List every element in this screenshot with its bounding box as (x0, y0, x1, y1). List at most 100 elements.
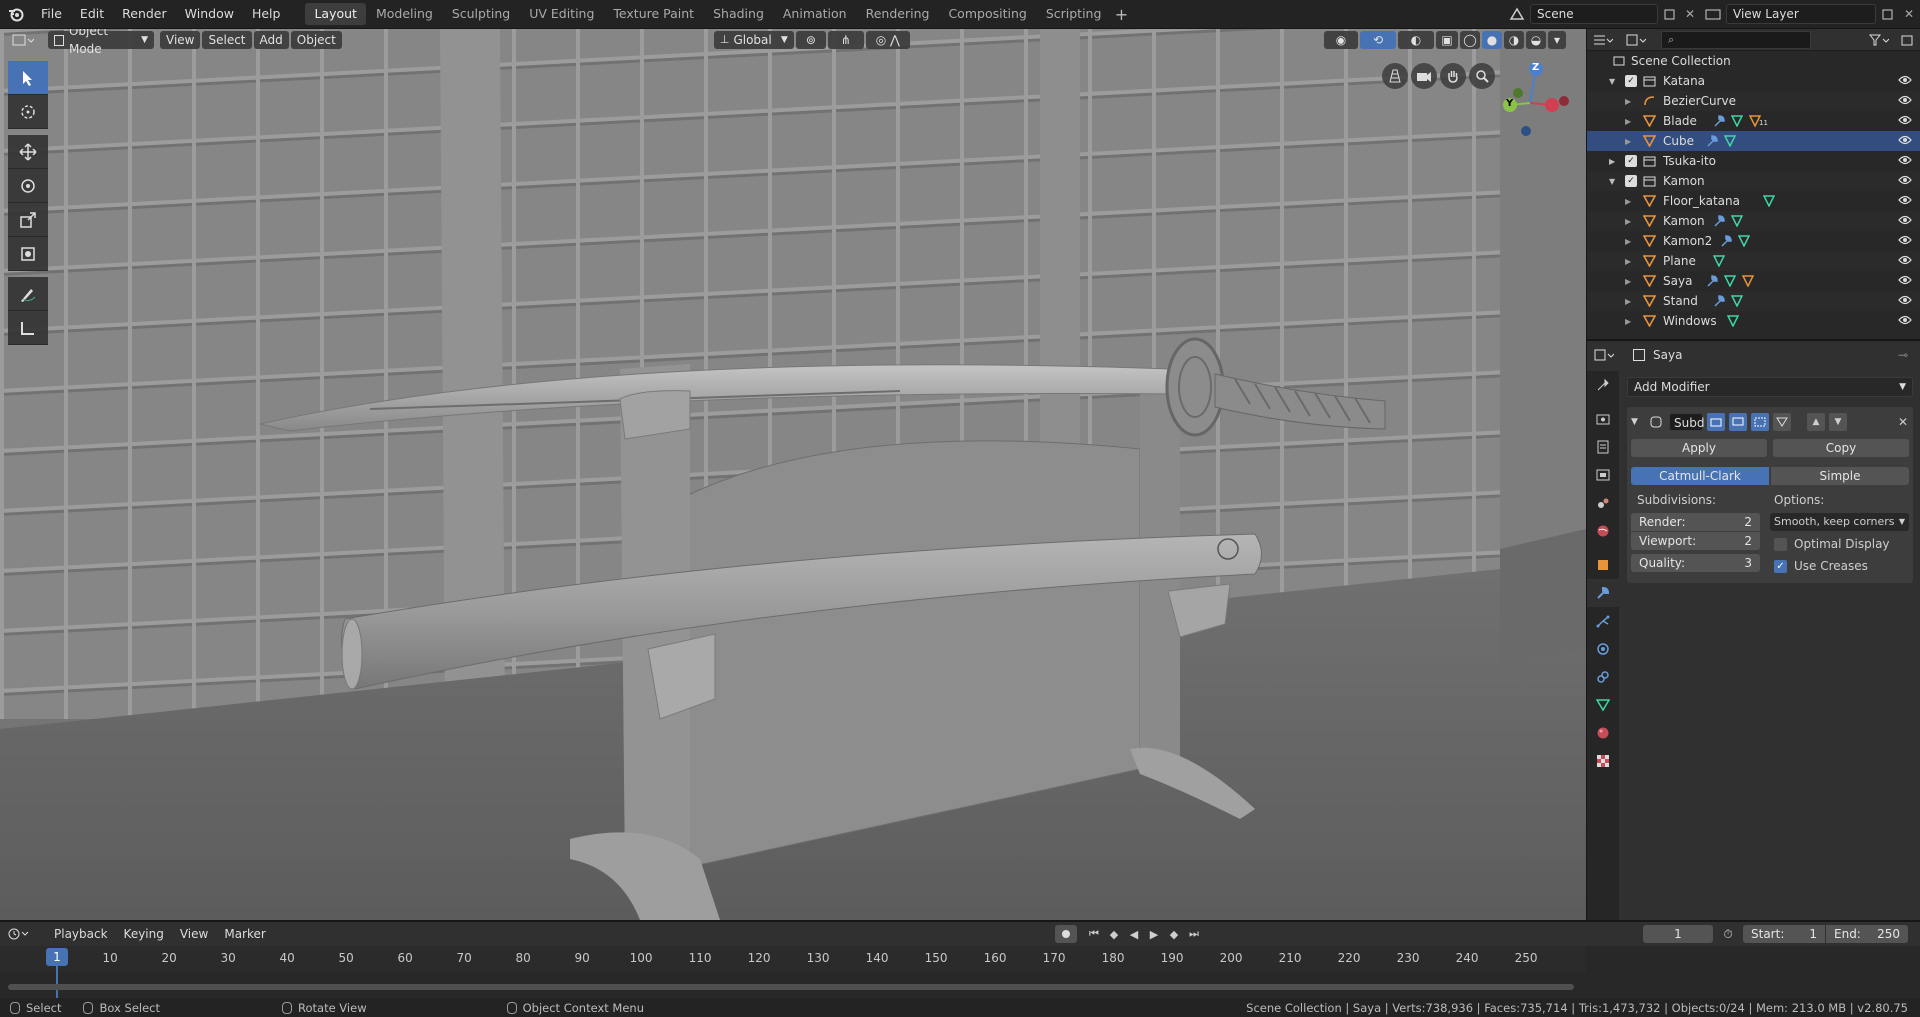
quality-field[interactable]: Quality: 3 (1631, 554, 1760, 572)
expand-arrow-right-icon[interactable]: ▶ (1625, 197, 1631, 206)
cursor-icon[interactable] (8, 95, 48, 129)
current-frame-field[interactable]: 1 (1643, 925, 1713, 943)
outliner-row-cube[interactable]: ▶ Cube (1587, 131, 1920, 151)
tab-animation[interactable]: Animation (774, 3, 856, 25)
add-modifier-dropdown[interactable]: Add Modifier ▼ (1627, 377, 1913, 397)
uv-smooth-dropdown[interactable]: Smooth, keep corners ▼ (1770, 513, 1909, 531)
mode-selector[interactable]: Object Mode ▼ (48, 29, 154, 56)
tab-scripting[interactable]: Scripting (1037, 3, 1111, 25)
outliner-row-floor_katana[interactable]: ▶ Floor_katana (1587, 191, 1920, 211)
xray-icon[interactable]: ▣ (1436, 31, 1458, 49)
transform-icon[interactable] (8, 237, 48, 271)
timeline-scrollbar[interactable] (8, 984, 1574, 990)
preview-range-icon[interactable]: ⏱ (1713, 927, 1743, 942)
camera-view-icon[interactable] (1411, 63, 1437, 89)
visibility-eye-icon[interactable] (1898, 134, 1912, 146)
simple-button[interactable]: Simple (1771, 467, 1909, 485)
data-tab-icon[interactable] (1587, 691, 1619, 719)
expand-arrow-down-icon[interactable]: ▼ (1609, 77, 1615, 86)
outliner-search-input[interactable]: ⌕ (1661, 30, 1811, 49)
constraints-tab-icon[interactable] (1587, 663, 1619, 691)
record-icon[interactable] (1055, 925, 1077, 943)
mesh-icon[interactable] (1713, 255, 1725, 267)
visibility-eye-icon[interactable] (1898, 314, 1912, 326)
mesh-icon[interactable] (1731, 115, 1743, 127)
expand-arrow-right-icon[interactable]: ▶ (1625, 217, 1631, 226)
expand-arrow-right-icon[interactable]: ▶ (1625, 277, 1631, 286)
scene-collection-row[interactable]: Scene Collection (1587, 51, 1920, 71)
menu-file[interactable]: File (32, 3, 71, 25)
new-scene-icon[interactable] (1658, 8, 1680, 21)
timeline-menu-marker[interactable]: Marker (216, 923, 273, 945)
pin-icon[interactable]: ⊸ (1898, 348, 1920, 362)
mesh-icon[interactable] (1731, 295, 1743, 307)
overlay-toggle-icon[interactable]: ◐ (1398, 31, 1434, 49)
modifier-icon[interactable] (1713, 115, 1725, 127)
start-frame-field[interactable]: Start: 1 (1743, 925, 1825, 943)
menu-help[interactable]: Help (243, 3, 290, 25)
shading-rendered-icon[interactable]: ◒ (1526, 31, 1546, 49)
scene-tab-icon[interactable] (1587, 489, 1619, 517)
expand-arrow-right-icon[interactable]: ▶ (1625, 117, 1631, 126)
scene-name-field[interactable]: Scene (1530, 4, 1658, 24)
outliner-row-blade[interactable]: ▶ Blade 11 (1587, 111, 1920, 131)
mesh-icon[interactable] (1738, 235, 1751, 247)
shading-options-icon[interactable]: ▾ (1548, 31, 1566, 49)
close-icon[interactable]: ✕ (1893, 415, 1913, 429)
outliner-row-beziercurve[interactable]: ▶ BezierCurve (1587, 91, 1920, 111)
outliner-row-plane[interactable]: ▶ Plane (1587, 251, 1920, 271)
filter-icon[interactable] (1862, 34, 1896, 46)
include-checkbox-icon[interactable]: ✓ (1625, 75, 1637, 87)
optimal-display-checkbox[interactable]: Optimal Display (1770, 535, 1909, 553)
view-layer-icon[interactable] (1700, 8, 1726, 20)
object-tab-icon[interactable] (1587, 551, 1619, 579)
pivot-icon[interactable]: ⊚ (795, 31, 826, 49)
play-icon[interactable]: ▶ (1145, 927, 1163, 941)
tool-tab-icon[interactable] (1587, 371, 1619, 399)
viewport-menu-object[interactable]: Object (290, 31, 342, 49)
outliner-editor-type-icon[interactable] (1587, 34, 1619, 46)
scene-selector-icon[interactable] (1504, 7, 1530, 21)
outliner-row-kamon2[interactable]: ▶ Kamon2 (1587, 231, 1920, 251)
select-box-icon[interactable] (8, 61, 48, 95)
move-down-icon[interactable]: ▼ (1829, 413, 1847, 431)
snap-icon[interactable]: ⋔ (827, 31, 864, 49)
include-checkbox-icon[interactable]: ✓ (1625, 155, 1637, 167)
move-up-icon[interactable]: ▲ (1807, 413, 1825, 431)
navigation-gizmo[interactable]: Z Y (1490, 59, 1570, 139)
menu-render[interactable]: Render (113, 3, 176, 25)
menu-edit[interactable]: Edit (71, 3, 113, 25)
modifier-icon[interactable] (1713, 215, 1725, 227)
add-workspace-button[interactable]: + (1110, 5, 1132, 24)
modifier-icon[interactable] (1706, 275, 1718, 287)
gizmo-toggle-icon[interactable]: ⟲ (1360, 31, 1396, 49)
outliner-row-windows[interactable]: ▶ Windows (1587, 311, 1920, 331)
render-levels-field[interactable]: Render: 2 (1631, 513, 1760, 531)
mesh-icon[interactable] (1763, 195, 1776, 207)
modifier-tab-icon[interactable] (1587, 579, 1619, 607)
modifier-icon[interactable] (1713, 295, 1725, 307)
tab-rendering[interactable]: Rendering (857, 3, 939, 25)
tab-layout[interactable]: Layout (305, 3, 366, 25)
blender-logo-icon[interactable] (0, 3, 32, 25)
orientation-selector[interactable]: ⊥ Global ▼ (713, 31, 794, 49)
shading-solid-icon[interactable]: ● (1482, 31, 1502, 49)
outliner-row-stand[interactable]: ▶ Stand (1587, 291, 1920, 311)
move-icon[interactable] (8, 135, 48, 169)
viewport-levels-field[interactable]: Viewport: 2 (1631, 532, 1760, 550)
visibility-eye-icon[interactable] (1898, 234, 1912, 246)
jump-keyframe-forward-icon[interactable]: ◆ (1165, 927, 1183, 941)
visibility-eye-icon[interactable] (1898, 74, 1912, 86)
timeline-menu-keying[interactable]: Keying (116, 923, 172, 945)
properties-editor-type-icon[interactable] (1587, 349, 1621, 361)
world-tab-icon[interactable] (1587, 517, 1619, 545)
expand-arrow-right-icon[interactable]: ▶ (1625, 317, 1631, 326)
expand-arrow-right-icon[interactable]: ▶ (1609, 157, 1615, 166)
pan-hand-icon[interactable] (1440, 63, 1466, 89)
viewport-menu-view[interactable]: View (160, 31, 201, 49)
visibility-eye-icon[interactable] (1898, 154, 1912, 166)
view-layer-field[interactable]: View Layer (1726, 4, 1876, 24)
proportional-edit-icon[interactable]: ◎ ⋀ (865, 31, 910, 49)
modifier-icon[interactable] (1706, 135, 1718, 147)
viewport-menu-add[interactable]: Add (253, 31, 289, 49)
